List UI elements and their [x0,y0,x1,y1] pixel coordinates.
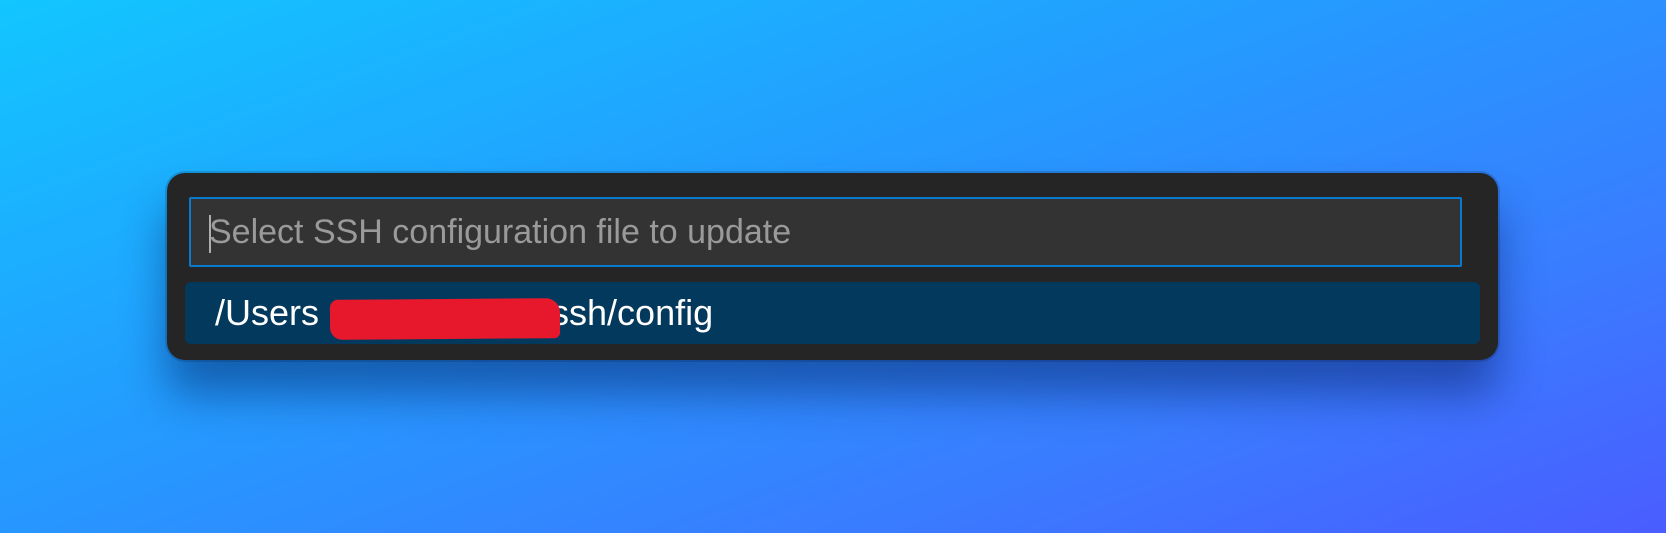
redaction-mark [329,298,561,340]
quick-pick-input-box[interactable] [189,197,1462,267]
ssh-config-file-option[interactable]: /Users .ssh/config [185,282,1480,344]
option-label-suffix: .ssh/config [541,292,714,333]
quick-pick-list: /Users .ssh/config [185,282,1480,344]
option-label-prefix: /Users [215,292,320,333]
text-cursor [209,215,211,253]
ssh-config-search-input[interactable] [191,199,1460,265]
ssh-config-quick-pick: /Users .ssh/config [167,173,1498,360]
